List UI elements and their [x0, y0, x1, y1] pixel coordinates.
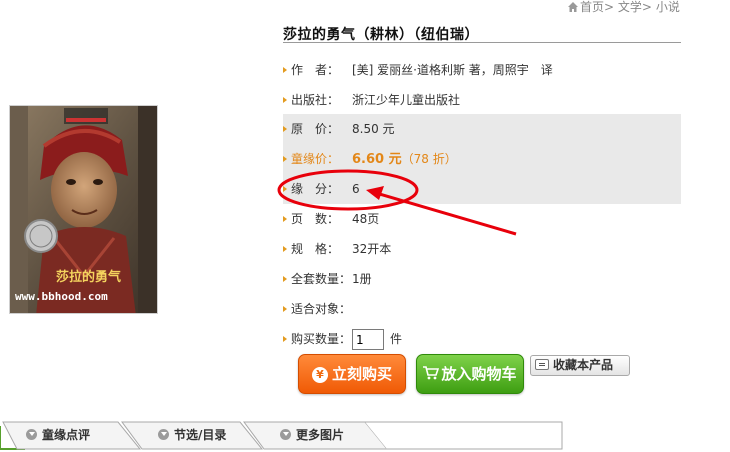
tab-more-images[interactable]: 更多图片 [280, 422, 344, 449]
bullet-icon [283, 216, 287, 222]
member-price-row: 童缘价： 6.60 元（78 折） [283, 144, 681, 174]
favorite-label: 收藏本产品 [553, 358, 614, 372]
bullet-icon [283, 336, 287, 342]
title-divider [283, 42, 681, 43]
bullet-icon [283, 156, 287, 162]
breadcrumb-subcategory[interactable]: 小说 [656, 0, 680, 14]
pages-value: 48页 [352, 212, 380, 226]
member-price-value: 6.60 元 [352, 152, 402, 167]
quantity-unit: 件 [390, 332, 403, 346]
set-count-label: 全套数量： [291, 272, 352, 286]
format-row: 规 格： 32开本 [283, 234, 681, 264]
cover-title: 莎拉的勇气 [56, 269, 121, 285]
author-label: 作 者： [291, 63, 340, 77]
bullet-icon [283, 126, 287, 132]
original-price-value: 8.50 元 [352, 122, 395, 136]
publisher-row: 出版社： 浙江少年儿童出版社 [283, 85, 681, 115]
format-value: 32开本 [352, 242, 392, 256]
add-to-cart-button[interactable]: 放入购物车 [416, 354, 524, 394]
yen-coin-icon: ¥ [311, 367, 328, 383]
bookmark-icon [535, 359, 549, 370]
quantity-row: 购买数量： 件 [283, 324, 681, 354]
quantity-input[interactable] [352, 329, 384, 350]
audience-row: 适合对象： [283, 294, 681, 324]
set-count-row: 全套数量： 1册 [283, 264, 681, 294]
audience-label: 适合对象： [291, 302, 352, 316]
bullet-icon [283, 67, 287, 73]
tab-excerpt-label: 节选/目录 [174, 428, 227, 442]
points-value: 6 [352, 182, 360, 196]
author-row: 作 者： [美] 爱丽丝·道格利斯 著，周照宇 译 [283, 55, 681, 85]
chevron-down-icon [26, 429, 37, 440]
tab-reviews-label: 童缘点评 [42, 428, 91, 442]
author-value: [美] 爱丽丝·道格利斯 著，周照宇 译 [352, 63, 553, 77]
chevron-down-icon [280, 429, 291, 440]
publisher-label: 出版社： [291, 93, 340, 107]
tab-excerpt[interactable]: 节选/目录 [158, 422, 226, 449]
breadcrumb-category[interactable]: 文学 [618, 0, 642, 14]
original-price-label: 原 价： [291, 122, 340, 136]
tab-more-images-label: 更多图片 [296, 428, 345, 442]
cover-watermark: www.bbhood.com [15, 290, 108, 303]
bullet-icon [283, 246, 287, 252]
chevron-down-icon [158, 429, 169, 440]
bullet-icon [283, 97, 287, 103]
pages-row: 页 数： 48页 [283, 204, 681, 234]
bullet-icon [283, 276, 287, 282]
publisher-value[interactable]: 浙江少年儿童出版社 [352, 85, 460, 115]
breadcrumb-sep: > [604, 0, 615, 14]
points-row: 缘 分： 6 [283, 174, 681, 204]
home-icon [568, 2, 578, 12]
original-price-row: 原 价： 8.50 元 [283, 114, 681, 144]
breadcrumb: 首页> 文学> 小说 [568, 0, 680, 15]
bullet-icon [283, 186, 287, 192]
product-title: 莎拉的勇气（耕林）（纽伯瑞） [283, 27, 479, 43]
breadcrumb-sep: > [641, 0, 652, 14]
add-to-cart-label: 放入购物车 [441, 365, 517, 383]
bullet-icon [283, 306, 287, 312]
tab-reviews[interactable]: 童缘点评 [26, 422, 90, 449]
set-count-value: 1册 [352, 272, 372, 286]
points-label: 缘 分： [291, 182, 340, 196]
quantity-label: 购买数量： [291, 332, 352, 346]
book-cover-image[interactable]: 莎拉的勇气 www.bbhood.com [9, 105, 158, 314]
pages-label: 页 数： [291, 212, 340, 226]
format-label: 规 格： [291, 242, 340, 256]
breadcrumb-home[interactable]: 首页 [580, 0, 604, 14]
product-tabs: 童缘点评 节选/目录 更多图片 [0, 420, 730, 452]
member-price-label: 童缘价： [291, 152, 340, 166]
buy-now-button[interactable]: ¥ 立刻购买 [298, 354, 406, 394]
cart-icon [423, 366, 440, 380]
buy-now-label: 立刻购买 [331, 365, 392, 383]
member-price-discount: （78 折） [401, 152, 457, 166]
favorite-button[interactable]: 收藏本产品 [530, 355, 630, 376]
